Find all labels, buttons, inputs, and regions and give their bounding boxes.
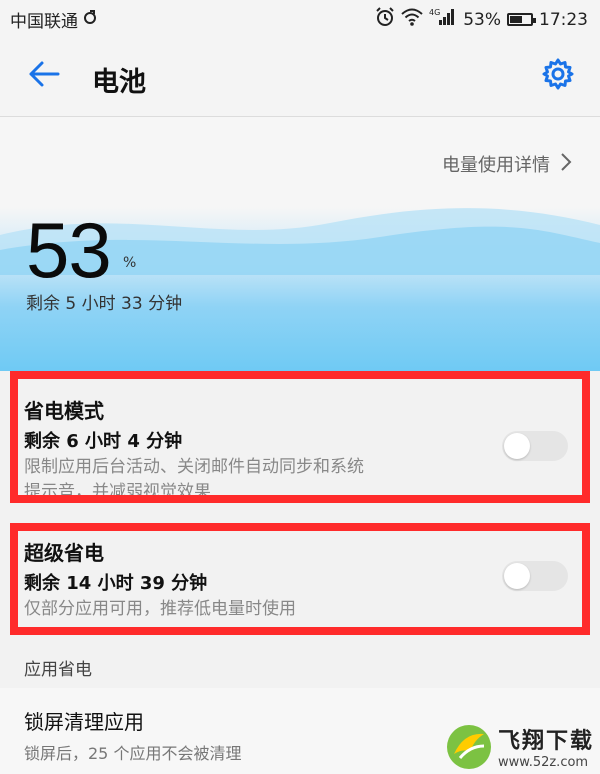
time-label: 17:23 [539, 9, 588, 30]
arrow-left-icon [28, 60, 60, 92]
wifi-icon [401, 8, 423, 31]
watermark-url: www.52z.com [497, 755, 589, 770]
gear-icon [541, 57, 575, 95]
battery-remaining-time: 剩余 5 小时 33 分钟 [26, 294, 183, 314]
lock-screen-cleanup-subtitle: 锁屏后，25 个应用不会被清理 [24, 744, 242, 763]
battery-percent-value: 53 [26, 206, 112, 294]
watermark: 飞翔下载 www.52z.com [446, 723, 594, 770]
signal-icon: 4G [429, 8, 457, 31]
settings-button[interactable] [538, 56, 578, 96]
battery-percent-unit: % [123, 255, 137, 271]
battery-usage-detail-link[interactable]: 电量使用详情 [442, 151, 572, 177]
usage-detail-label: 电量使用详情 [442, 155, 550, 176]
watermark-logo-icon [446, 724, 492, 770]
app-power-saving-section-label: 应用省电 [24, 660, 92, 680]
status-bar-left: 中国联通 [10, 7, 98, 32]
sync-icon [82, 9, 98, 30]
network-type-label: 4G [429, 8, 440, 17]
watermark-name: 飞翔下载 [497, 729, 594, 754]
carrier-label: 中国联通 [10, 12, 78, 32]
watermark-text: 飞翔下载 www.52z.com [498, 723, 594, 770]
highlight-box-ultra-power-saving [10, 523, 590, 635]
battery-icon [507, 13, 536, 26]
alarm-icon [375, 7, 395, 32]
page-title: 电池 [92, 67, 146, 98]
status-bar-right: 4G 53% 17:23 [375, 7, 588, 32]
app-bar: 电池 [0, 36, 600, 116]
chevron-right-icon [560, 152, 572, 177]
status-bar: 中国联通 4G 53% 17:23 [0, 0, 600, 36]
battery-percent-label: 53% [463, 9, 501, 30]
lock-screen-cleanup-title: 锁屏清理应用 [24, 710, 144, 734]
back-button[interactable] [22, 54, 66, 98]
battery-hero: 电量使用详情 53 % 剩余 5 小时 33 分钟 [0, 117, 600, 371]
highlight-box-power-saving [10, 371, 590, 503]
